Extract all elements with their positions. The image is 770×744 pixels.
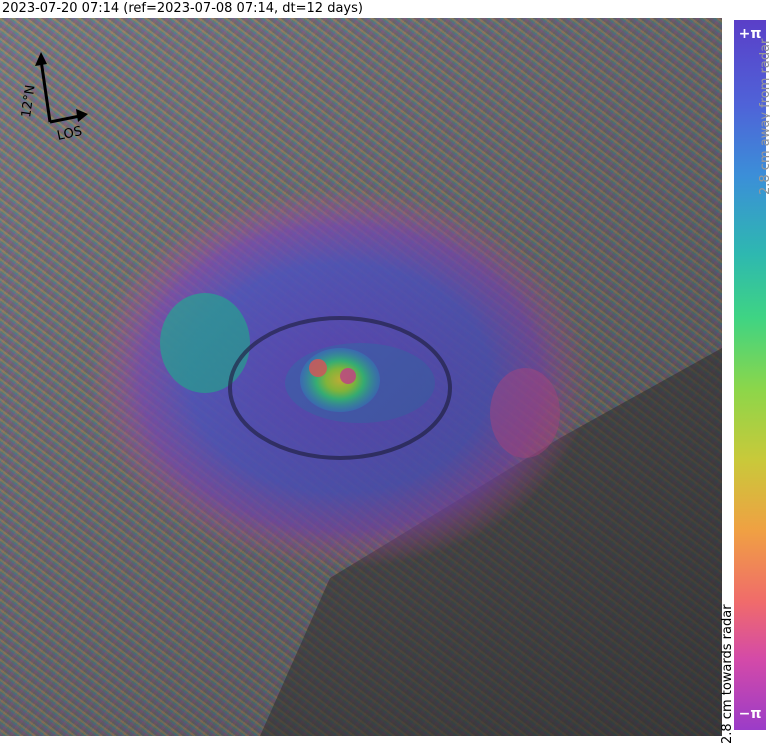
interferogram-map: 12°N LOS xyxy=(0,18,722,736)
away-from-radar-label: 2.8 cm away from radar xyxy=(758,38,770,195)
image-title: 2023-07-20 07:14 (ref=2023-07-08 07:14, … xyxy=(2,1,363,16)
volcano-interferogram: 12°N LOS xyxy=(0,18,722,736)
hillshade-overlay xyxy=(0,18,722,736)
colorbar-bottom-label: −π xyxy=(738,706,762,722)
towards-radar-label: 2.8 cm towards radar xyxy=(720,604,735,744)
phase-colorbar: +π −π 2.8 cm away from radar 2.8 cm towa… xyxy=(720,20,770,744)
